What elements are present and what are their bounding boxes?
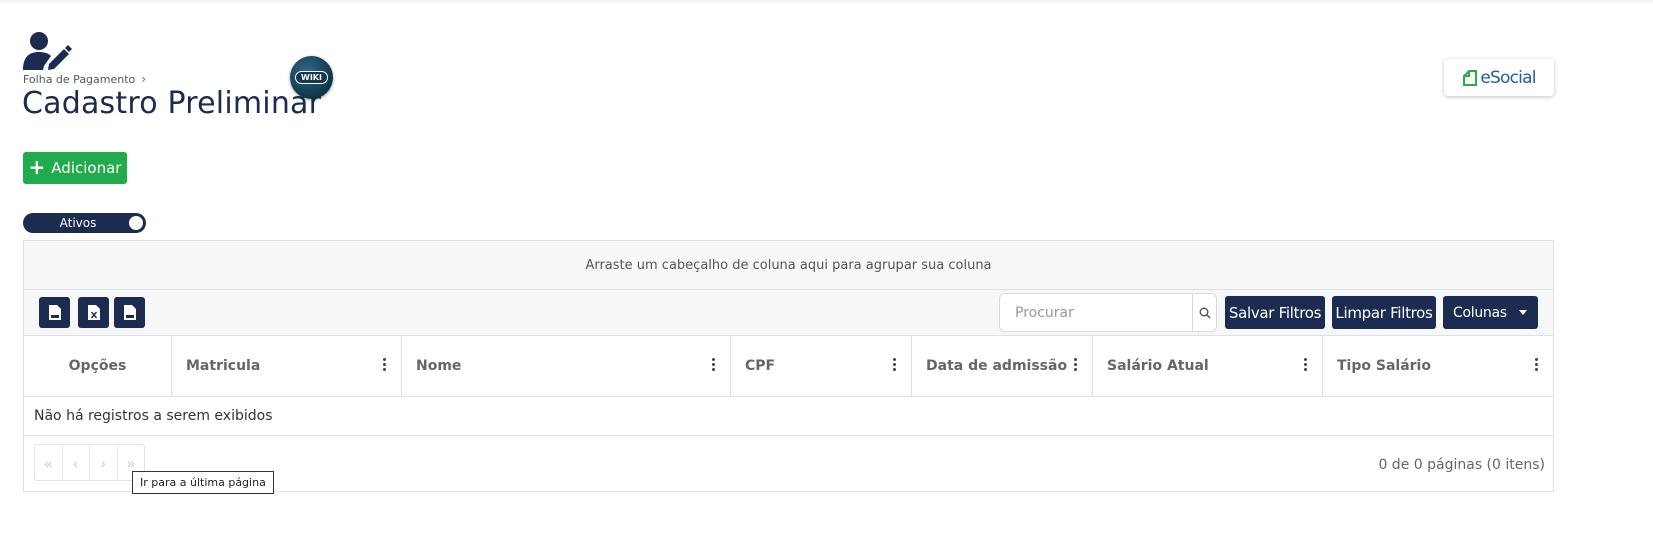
- pager-info: 0 de 0 páginas (0 itens): [1378, 457, 1545, 473]
- column-header-salario-atual[interactable]: Salário Atual: [1093, 336, 1323, 396]
- esocial-mark-icon: [1463, 69, 1478, 86]
- esocial-logo[interactable]: eSocial: [1444, 59, 1554, 96]
- group-panel-text: Arraste um cabeçalho de coluna aqui para…: [585, 257, 992, 273]
- csv-icon: [123, 305, 136, 320]
- column-menu-icon[interactable]: [1535, 358, 1539, 371]
- column-label: Nome: [416, 358, 462, 374]
- column-header-nome[interactable]: Nome: [402, 336, 731, 396]
- toggle-knob: [129, 216, 143, 230]
- plus-icon: +: [28, 155, 46, 179]
- column-menu-icon[interactable]: [383, 358, 387, 371]
- column-menu-icon[interactable]: [1074, 358, 1078, 371]
- grid-toolbar: Salvar Filtros Limpar Filtros Colunas: [24, 290, 1553, 336]
- column-header-cpf[interactable]: CPF: [731, 336, 912, 396]
- breadcrumb-item-folha[interactable]: Folha de Pagamento: [23, 73, 135, 86]
- search-input[interactable]: [1000, 294, 1193, 331]
- column-menu-icon[interactable]: [893, 358, 897, 371]
- toggle-label: Ativos: [59, 216, 97, 230]
- grid-header-row: Opções Matricula Nome CPF Data de admiss…: [24, 336, 1553, 397]
- caret-down-icon: [1519, 310, 1527, 315]
- column-label: Tipo Salário: [1337, 358, 1431, 374]
- next-page-icon[interactable]: ›: [90, 445, 118, 480]
- column-label: Data de admissão: [926, 358, 1068, 374]
- user-edit-icon: [22, 30, 72, 74]
- first-page-icon[interactable]: «: [35, 445, 63, 480]
- columns-dropdown[interactable]: Colunas: [1443, 296, 1538, 329]
- export-pdf-button[interactable]: [39, 297, 70, 328]
- save-filters-button[interactable]: Salvar Filtros: [1225, 296, 1325, 329]
- column-label: Opções: [68, 358, 127, 374]
- pager: « ‹ › »: [34, 444, 145, 481]
- column-menu-icon[interactable]: [712, 358, 716, 371]
- column-label: CPF: [745, 358, 776, 374]
- clear-filters-button[interactable]: Limpar Filtros: [1332, 296, 1436, 329]
- pdf-icon: [48, 305, 61, 320]
- empty-message: Não há registros a serem exibidos: [24, 397, 1553, 436]
- top-shadow: [0, 0, 1653, 4]
- esocial-text: eSocial: [1480, 67, 1536, 88]
- column-header-opcoes: Opções: [24, 336, 172, 396]
- wiki-label: WIKI: [295, 71, 328, 84]
- data-grid: Arraste um cabeçalho de coluna aqui para…: [23, 240, 1554, 492]
- column-label: Matricula: [186, 358, 261, 374]
- tooltip: Ir para a última página: [132, 471, 274, 494]
- search-box: [999, 293, 1217, 332]
- columns-label: Colunas: [1453, 304, 1507, 321]
- excel-icon: [87, 305, 100, 320]
- search-button[interactable]: [1192, 294, 1216, 331]
- add-button-label: Adicionar: [51, 159, 122, 177]
- wiki-button[interactable]: WIKI: [290, 56, 333, 99]
- search-icon: [1199, 307, 1211, 319]
- breadcrumb: Folha de Pagamento ›: [23, 72, 146, 86]
- column-header-data-admissao[interactable]: Data de admissão: [912, 336, 1093, 396]
- column-menu-icon[interactable]: [1304, 358, 1308, 371]
- add-button[interactable]: + Adicionar: [23, 152, 127, 184]
- export-excel-button[interactable]: [78, 297, 109, 328]
- column-header-matricula[interactable]: Matricula: [172, 336, 402, 396]
- page-title: Cadastro Preliminar: [22, 86, 322, 121]
- chevron-right-icon: ›: [141, 72, 147, 86]
- column-header-tipo-salario[interactable]: Tipo Salário: [1323, 336, 1553, 396]
- export-csv-button[interactable]: [114, 297, 145, 328]
- column-label: Salário Atual: [1107, 358, 1209, 374]
- group-panel[interactable]: Arraste um cabeçalho de coluna aqui para…: [24, 241, 1553, 290]
- prev-page-icon[interactable]: ‹: [63, 445, 90, 480]
- active-toggle[interactable]: Ativos: [23, 213, 146, 233]
